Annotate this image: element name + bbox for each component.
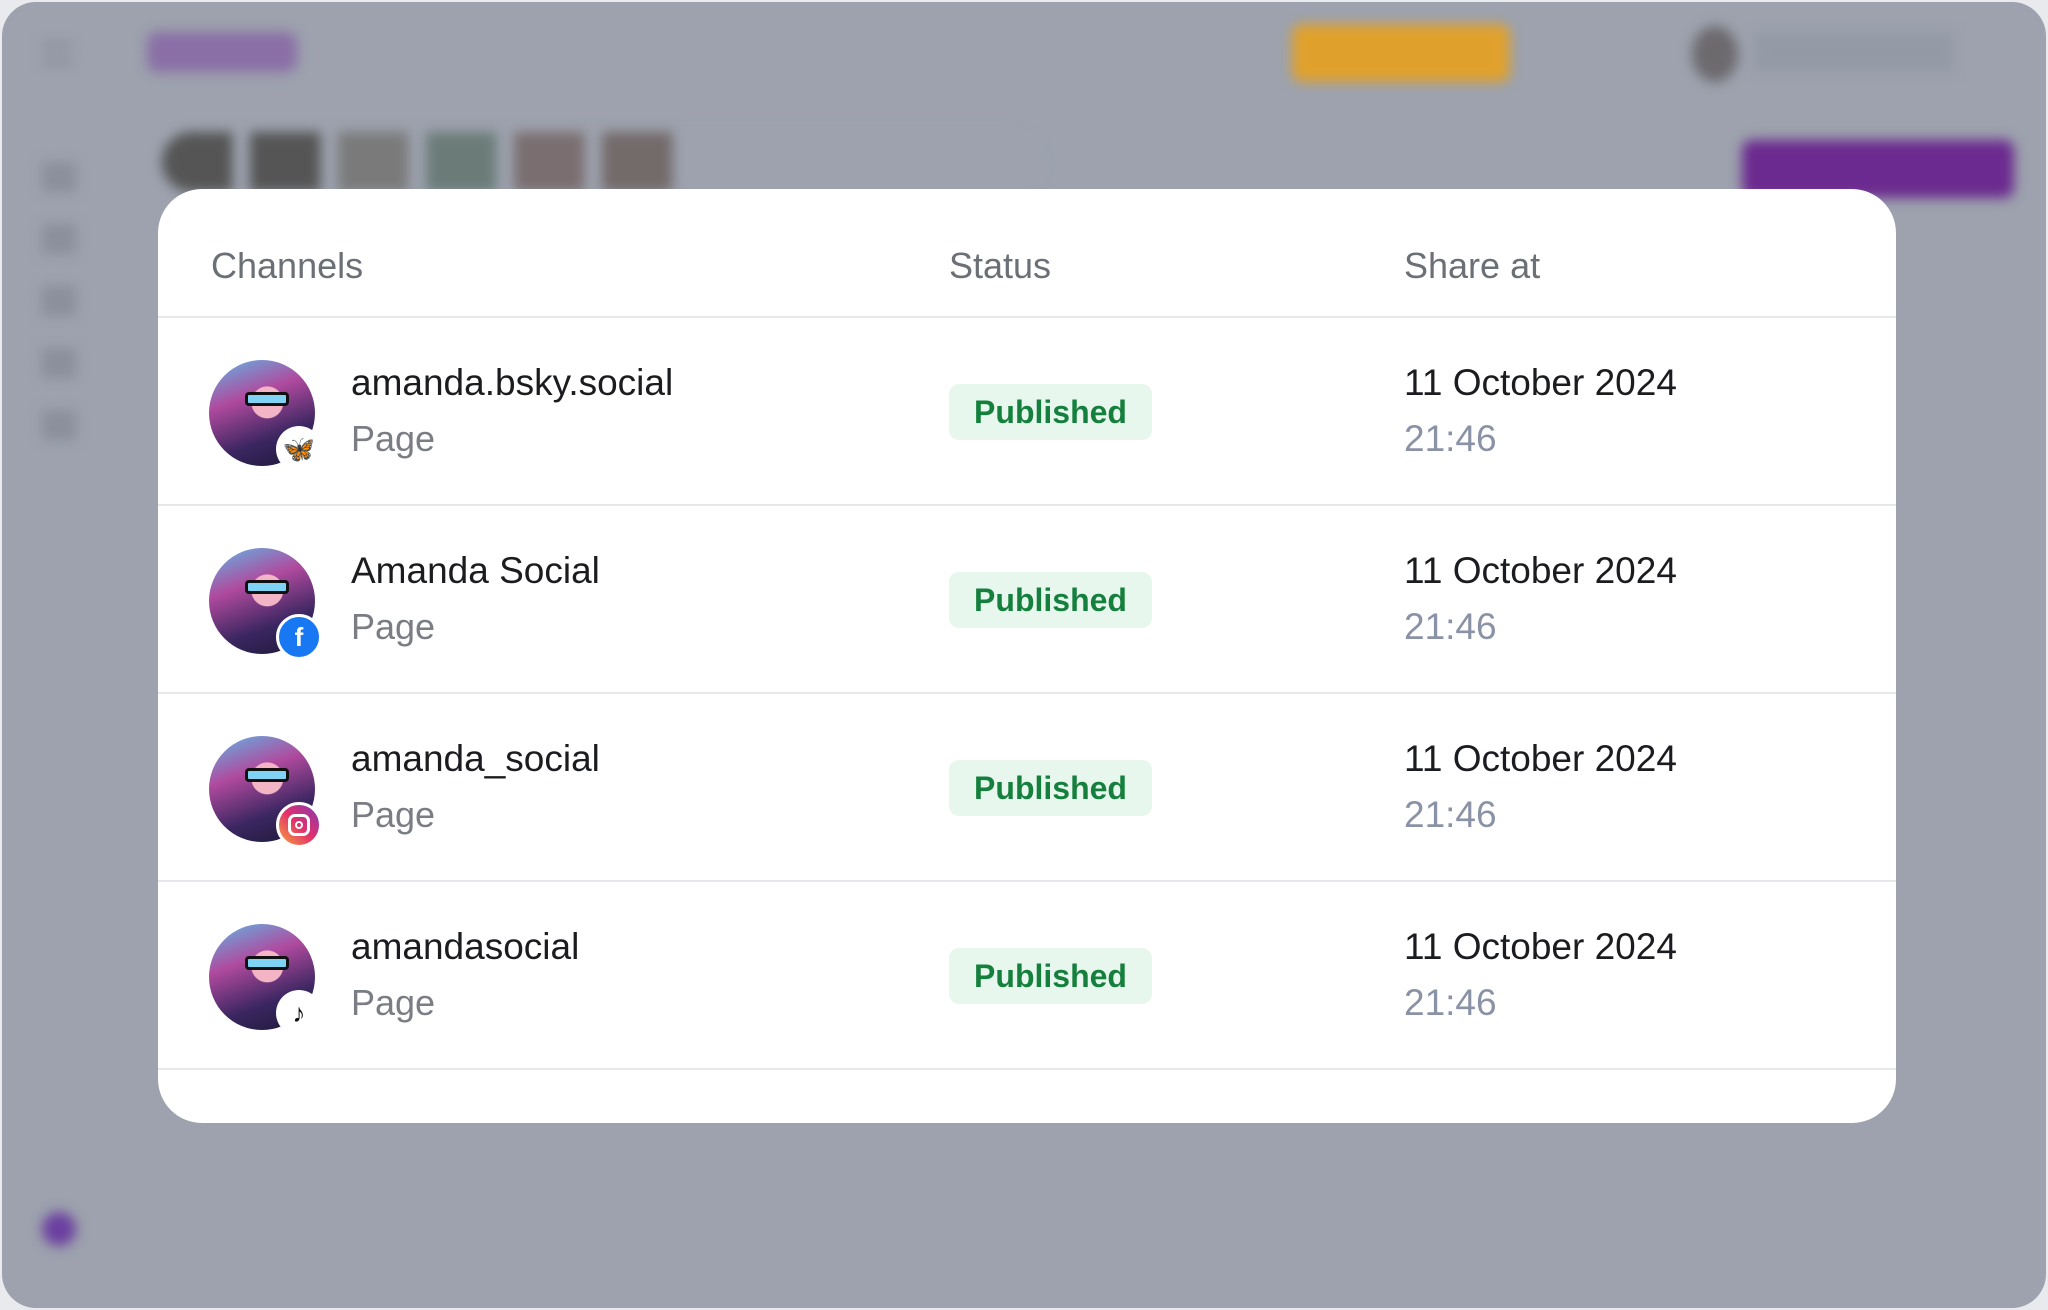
table-row: ♪ amandasocial Page Published 11 October… bbox=[158, 882, 1896, 1070]
share-date: 11 October 2024 bbox=[1404, 362, 1677, 403]
share-time: 21:46 bbox=[1404, 794, 1497, 835]
table-row: 🦋 amanda.bsky.social Page Published 11 O… bbox=[158, 318, 1896, 506]
logo bbox=[147, 32, 297, 72]
share-time: 21:46 bbox=[1404, 418, 1497, 459]
user-avatar[interactable] bbox=[1692, 26, 1738, 82]
channel-name: Amanda Social bbox=[351, 550, 600, 591]
header-status: Status bbox=[949, 245, 1052, 286]
share-date: 11 October 2024 bbox=[1404, 738, 1677, 779]
tiktok-icon: ♪ bbox=[276, 990, 322, 1036]
status-badge: Published bbox=[949, 948, 1152, 1004]
share-date: 11 October 2024 bbox=[1404, 926, 1677, 967]
channel-name: amandasocial bbox=[351, 926, 580, 967]
status-badge: Published bbox=[949, 572, 1152, 628]
publish-status-modal: Channels Status Share at 🦋 amanda.bsky.s… bbox=[158, 189, 1896, 1123]
channel-type: Page bbox=[351, 982, 436, 1023]
user-info bbox=[1754, 32, 1954, 72]
avatar: 🦋 bbox=[209, 360, 322, 472]
table-header: Channels Status Share at bbox=[158, 189, 1896, 318]
facebook-icon: f bbox=[276, 614, 322, 660]
app-background: Channels Status Share at 🦋 amanda.bsky.s… bbox=[2, 2, 2046, 1308]
share-time: 21:46 bbox=[1404, 606, 1497, 647]
upgrade-button[interactable] bbox=[1292, 24, 1510, 82]
avatar: f bbox=[209, 548, 322, 660]
share-date: 11 October 2024 bbox=[1404, 550, 1677, 591]
sidebar bbox=[42, 162, 76, 442]
channel-type: Page bbox=[351, 418, 436, 459]
table-row: f Amanda Social Page Published 11 Octobe… bbox=[158, 506, 1896, 694]
sidebar-logo bbox=[42, 1212, 76, 1246]
status-badge: Published bbox=[949, 384, 1152, 440]
share-time: 21:46 bbox=[1404, 982, 1497, 1023]
table-row: amanda_social Page Published 11 October … bbox=[158, 694, 1896, 882]
menu-icon bbox=[42, 44, 72, 64]
butterfly-icon: 🦋 bbox=[276, 426, 322, 472]
avatar: ♪ bbox=[209, 924, 322, 1036]
avatar bbox=[209, 736, 322, 848]
channel-name: amanda.bsky.social bbox=[351, 362, 674, 403]
channel-type: Page bbox=[351, 794, 436, 835]
header-share-at: Share at bbox=[1404, 245, 1541, 286]
channel-name: amanda_social bbox=[351, 738, 600, 779]
channel-type: Page bbox=[351, 606, 436, 647]
channel-avatars[interactable] bbox=[162, 132, 1042, 192]
header-channels: Channels bbox=[211, 245, 364, 286]
instagram-icon bbox=[276, 802, 322, 848]
status-badge: Published bbox=[949, 760, 1152, 816]
